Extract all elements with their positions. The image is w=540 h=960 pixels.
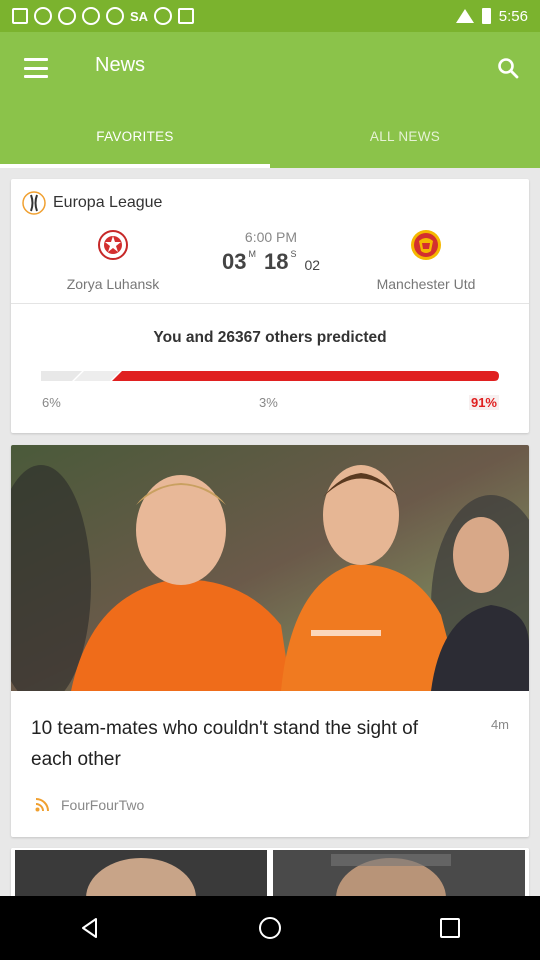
- countdown-hours: 03: [221, 249, 247, 274]
- app-bar: News: [0, 32, 540, 104]
- prediction-summary: You and 26367 others predicted: [153, 329, 387, 346]
- battery-icon: [481, 8, 491, 24]
- prediction-segment-away: [112, 371, 499, 381]
- tab-all-news[interactable]: ALL NEWS: [270, 104, 540, 168]
- prediction-bar: [41, 371, 499, 381]
- menu-icon[interactable]: [24, 58, 48, 78]
- draw-percent: 3%: [259, 395, 278, 410]
- news-source: FourFourTwo: [61, 797, 145, 813]
- league-name: Europa League: [53, 194, 163, 211]
- system-nav-bar: [0, 896, 540, 960]
- soccer-ball-icon: [82, 7, 100, 25]
- home-team[interactable]: Zorya Luhansk: [43, 227, 183, 292]
- status-right: 5:56: [455, 7, 528, 25]
- countdown: 03 M 18 S 02: [201, 249, 341, 275]
- clock: 5:56: [498, 7, 528, 25]
- back-icon: [82, 918, 97, 938]
- tab-bar: FAVORITES ALL NEWS: [0, 104, 540, 168]
- news-headline[interactable]: 10 team-mates who couldn't stand the sig…: [31, 713, 451, 775]
- soccer-ball-icon: [58, 7, 76, 25]
- page-title: News: [95, 54, 146, 76]
- away-team-name: Manchester Utd: [376, 276, 476, 292]
- message-icon: [178, 8, 195, 24]
- zorya-luhansk-badge-icon: [98, 230, 128, 260]
- news-photo[interactable]: [11, 445, 529, 691]
- countdown-seconds: 02: [304, 257, 321, 273]
- soccer-ball-icon: [154, 7, 173, 25]
- away-win-percent: 91%: [468, 395, 499, 410]
- carrier-text: SA: [130, 8, 149, 24]
- home-button[interactable]: [240, 908, 300, 948]
- status-bar: SA 5:56: [0, 0, 540, 32]
- news-card[interactable]: 10 team-mates who couldn't stand the sig…: [11, 445, 529, 837]
- next-news-photo[interactable]: [11, 848, 529, 900]
- countdown-minutes: 18: [263, 249, 289, 274]
- countdown-hours-unit: M: [248, 249, 256, 259]
- search-icon[interactable]: [496, 56, 520, 80]
- kickoff-time: 6:00 PM: [244, 229, 298, 245]
- news-timestamp: 4m: [490, 717, 509, 732]
- recents-icon: [440, 918, 460, 938]
- divider: [11, 303, 529, 304]
- home-icon: [259, 917, 281, 939]
- notification-icons: SA: [12, 7, 195, 25]
- recents-button[interactable]: [420, 908, 480, 948]
- europa-league-trophy-icon: [22, 191, 46, 215]
- rss-icon: [35, 798, 49, 812]
- message-icon: [12, 8, 28, 24]
- soccer-ball-icon: [106, 7, 124, 25]
- away-team[interactable]: Manchester Utd: [356, 227, 496, 292]
- league-header: Europa League: [21, 191, 162, 215]
- next-news-card[interactable]: [11, 848, 529, 900]
- match-card[interactable]: Europa League Zorya Luhansk 6:00 PM 03 M …: [11, 179, 529, 433]
- manchester-united-badge-icon: [411, 230, 441, 260]
- back-button[interactable]: [60, 908, 120, 948]
- wifi-icon: [455, 9, 474, 23]
- home-team-name: Zorya Luhansk: [66, 276, 160, 292]
- news-source-row: FourFourTwo: [35, 797, 144, 813]
- tab-favorites[interactable]: FAVORITES: [0, 104, 270, 168]
- home-win-percent: 6%: [42, 395, 61, 410]
- countdown-minutes-unit: S: [290, 249, 297, 259]
- prediction-segment-draw: [74, 371, 120, 381]
- soccer-ball-icon: [34, 7, 52, 25]
- kickoff-info: 6:00 PM 03 M 18 S 02: [201, 229, 341, 275]
